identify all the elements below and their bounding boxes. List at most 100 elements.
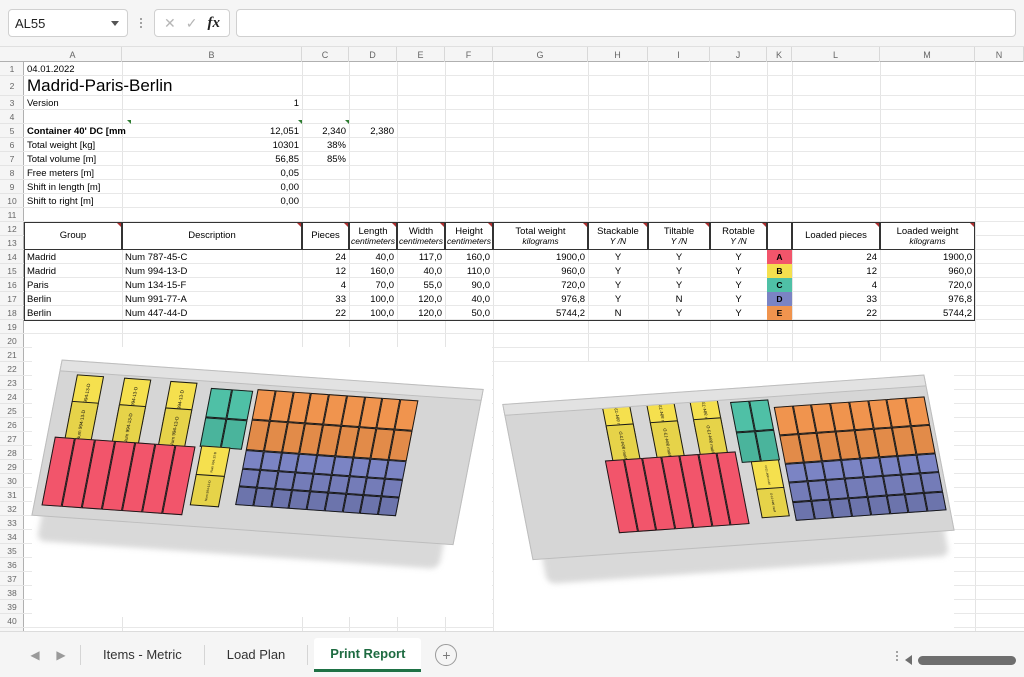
row-header-18[interactable]: 18 [0, 306, 24, 320]
row-header-8[interactable]: 8 [0, 166, 24, 180]
table-cell[interactable]: 12 [792, 264, 880, 278]
row-header-3[interactable]: 3 [0, 96, 24, 110]
column-header-i[interactable]: I [648, 47, 710, 62]
row-header-36[interactable]: 36 [0, 558, 24, 572]
color-code-swatch[interactable]: E [767, 306, 792, 320]
row-header-6[interactable]: 6 [0, 138, 24, 152]
table-cell[interactable]: Berlin [24, 306, 122, 320]
row-header-33[interactable]: 33 [0, 516, 24, 530]
cell-c5-container-width[interactable]: 2,340 [302, 124, 349, 138]
color-code-swatch[interactable]: D [767, 292, 792, 306]
cell-b5-container-length[interactable]: 12,051 [122, 124, 302, 138]
table-cell[interactable]: 720,0 [880, 278, 975, 292]
more-vertical-icon[interactable] [134, 18, 148, 28]
sheet-tab-load-plan[interactable]: Load Plan [211, 638, 302, 672]
table-cell[interactable]: 120,0 [397, 306, 445, 320]
table-header-description[interactable]: Description [122, 222, 302, 250]
sheet-tab-print-report[interactable]: Print Report [314, 638, 421, 672]
table-cell[interactable]: Y [710, 278, 767, 292]
scroll-left-arrow[interactable] [905, 655, 912, 665]
table-cell[interactable]: 5744,2 [880, 306, 975, 320]
table-cell[interactable]: Y [588, 292, 648, 306]
sheet-tab-items-metric[interactable]: Items - Metric [87, 638, 198, 672]
row-header-40[interactable]: 40 [0, 614, 24, 628]
fx-icon[interactable]: fx [207, 16, 220, 31]
cell-a1-date[interactable]: 04.01.2022 [24, 62, 122, 76]
table-cell[interactable]: 160,0 [445, 250, 493, 264]
table-cell[interactable]: 4 [792, 278, 880, 292]
table-cell[interactable]: 40,0 [349, 250, 397, 264]
row-header-29[interactable]: 29 [0, 460, 24, 474]
row-header-21[interactable]: 21 [0, 348, 24, 362]
table-cell[interactable]: 33 [302, 292, 349, 306]
table-cell[interactable]: 160,0 [349, 264, 397, 278]
table-cell[interactable]: 70,0 [349, 278, 397, 292]
column-header-f[interactable]: F [445, 47, 493, 62]
row-header-17[interactable]: 17 [0, 292, 24, 306]
table-cell[interactable]: Num 134-15-F [122, 278, 302, 292]
cell-a6-total-weight-label[interactable]: Total weight [kg] [24, 138, 122, 152]
table-cell[interactable]: Num 991-77-A [122, 292, 302, 306]
cell-a9-shift-length-label[interactable]: Shift in length [m] [24, 180, 122, 194]
cell-b6-total-weight[interactable]: 10301 [122, 138, 302, 152]
table-cell[interactable]: 50,0 [445, 306, 493, 320]
table-cell[interactable]: 22 [792, 306, 880, 320]
row-header-1[interactable]: 1 [0, 62, 24, 76]
table-cell[interactable]: 90,0 [445, 278, 493, 292]
row-header-11[interactable]: 11 [0, 208, 24, 222]
table-header-color[interactable] [767, 222, 792, 250]
table-cell[interactable]: 110,0 [445, 264, 493, 278]
cell-a5-container-label[interactable]: Container 40' DC [mm [24, 124, 134, 138]
cell-a8-free-meters-label[interactable]: Free meters [m] [24, 166, 122, 180]
name-box[interactable]: AL55 [8, 9, 128, 37]
row-header-32[interactable]: 32 [0, 502, 24, 516]
cell-b8-free-meters[interactable]: 0,05 [122, 166, 302, 180]
row-header-12[interactable]: 12 [0, 222, 24, 236]
color-code-swatch[interactable]: C [767, 278, 792, 292]
table-cell[interactable]: 976,8 [493, 292, 588, 306]
row-header-25[interactable]: 25 [0, 404, 24, 418]
table-cell[interactable]: Y [648, 250, 710, 264]
cell-a10-shift-right-label[interactable]: Shift to right [m] [24, 194, 122, 208]
column-header-c[interactable]: C [302, 47, 349, 62]
table-header-group[interactable]: Group [24, 222, 122, 250]
table-cell[interactable]: Y [648, 264, 710, 278]
row-header-28[interactable]: 28 [0, 446, 24, 460]
row-header-24[interactable]: 24 [0, 390, 24, 404]
cell-a7-total-volume-label[interactable]: Total volume [m] [24, 152, 122, 166]
row-header-2[interactable]: 2 [0, 76, 24, 96]
row-header-4[interactable]: 4 [0, 110, 24, 124]
chevron-right-icon[interactable]: ▶ [48, 642, 74, 668]
table-cell[interactable]: Y [588, 264, 648, 278]
table-cell[interactable]: N [648, 292, 710, 306]
chevron-left-icon[interactable]: ◀ [22, 642, 48, 668]
table-header-length[interactable]: Lengthcentimeters [349, 222, 397, 250]
row-header-7[interactable]: 7 [0, 152, 24, 166]
column-header-g[interactable]: G [493, 47, 588, 62]
cell-b3-version-value[interactable]: 1 [122, 96, 302, 110]
table-cell[interactable]: Madrid [24, 264, 122, 278]
table-cell[interactable]: 22 [302, 306, 349, 320]
row-header-9[interactable]: 9 [0, 180, 24, 194]
row-header-10[interactable]: 10 [0, 194, 24, 208]
row-header-31[interactable]: 31 [0, 488, 24, 502]
chevron-down-icon[interactable] [111, 21, 119, 26]
sheet-tabs[interactable]: Items - Metric Load Plan Print Report [87, 638, 421, 672]
table-cell[interactable]: Y [710, 250, 767, 264]
table-cell[interactable]: 960,0 [880, 264, 975, 278]
column-header-h[interactable]: H [588, 47, 648, 62]
table-cell[interactable]: 100,0 [349, 292, 397, 306]
table-header-stackable[interactable]: StackableY /N [588, 222, 648, 250]
table-cell[interactable]: Y [588, 250, 648, 264]
row-header-38[interactable]: 38 [0, 586, 24, 600]
column-header-k[interactable]: K [767, 47, 792, 62]
row-header-20[interactable]: 20 [0, 334, 24, 348]
column-header-d[interactable]: D [349, 47, 397, 62]
column-header-a[interactable]: A [24, 47, 122, 62]
add-sheet-button[interactable]: + [435, 644, 457, 666]
column-header-e[interactable]: E [397, 47, 445, 62]
table-header-tiltable[interactable]: TiltableY /N [648, 222, 710, 250]
table-cell[interactable]: 120,0 [397, 292, 445, 306]
table-cell[interactable]: Num 994-13-D [122, 264, 302, 278]
column-header-j[interactable]: J [710, 47, 767, 62]
